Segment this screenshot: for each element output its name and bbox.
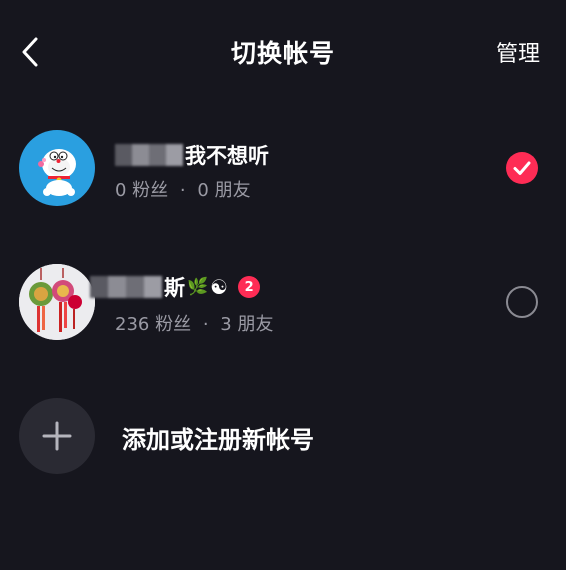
- followers-count: 0 粉丝: [115, 180, 169, 201]
- add-account-button[interactable]: [19, 398, 95, 474]
- header: 切换帐号 管理: [0, 0, 566, 104]
- add-account-row[interactable]: 添加或注册新帐号: [0, 396, 566, 476]
- unselected-radio[interactable]: [506, 286, 538, 318]
- page-title: 切换帐号: [230, 39, 335, 68]
- friends-count: 3 朋友: [220, 314, 274, 335]
- blurred-name-mosaic: [90, 276, 162, 298]
- account-stats: 236 粉丝 · 3 朋友: [115, 310, 273, 336]
- selected-checkbox[interactable]: [506, 152, 538, 184]
- plus-icon: [42, 421, 72, 451]
- manage-button[interactable]: 管理: [496, 36, 540, 68]
- account-name-text: 我不想听: [185, 144, 269, 168]
- followers-count: 236 粉丝: [115, 314, 192, 335]
- friends-count: 0 朋友: [197, 180, 251, 201]
- checkmark-icon: [513, 161, 531, 175]
- add-account-label[interactable]: 添加或注册新帐号: [122, 420, 314, 455]
- notification-badge: 2: [238, 276, 261, 298]
- avatar: [19, 264, 95, 340]
- separator-dot: ·: [179, 180, 186, 201]
- account-stats: 0 粉丝 · 0 朋友: [115, 176, 251, 202]
- leaf-icon: 🌿: [187, 277, 209, 297]
- yin-yang-icon: ☯: [210, 275, 229, 299]
- account-name-text: 斯: [164, 276, 185, 300]
- doraemon-avatar-icon: [38, 149, 76, 196]
- account-name: 我不想听: [115, 140, 269, 170]
- avatar: [19, 130, 95, 206]
- account-row-2[interactable]: 斯 🌿 ☯ 2 236 粉丝 · 3 朋友: [0, 262, 566, 342]
- account-row-1[interactable]: 我不想听 0 粉丝 · 0 朋友: [0, 128, 566, 208]
- separator-dot: ·: [202, 314, 209, 335]
- hanging-ornament-avatar-icon: [19, 264, 95, 340]
- account-name: 斯 🌿 ☯ 2: [90, 272, 261, 302]
- blurred-name-mosaic: [115, 144, 183, 166]
